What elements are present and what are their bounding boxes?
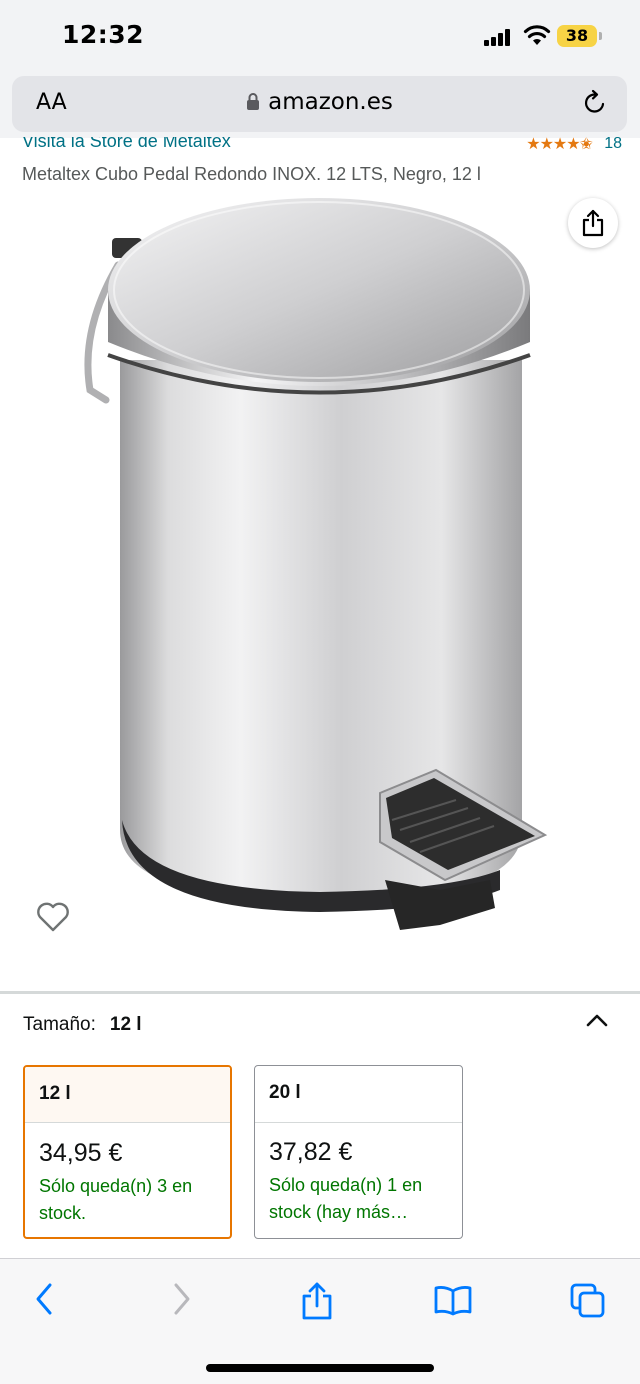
product-image-area[interactable]	[0, 190, 640, 980]
lock-icon	[247, 93, 260, 110]
section-divider	[0, 991, 640, 994]
tabs-icon[interactable]	[570, 1283, 606, 1319]
cellular-signal-icon	[484, 28, 514, 46]
forward-icon[interactable]	[170, 1279, 194, 1319]
address-bar[interactable]: AA amazon.es	[12, 76, 627, 132]
heart-icon[interactable]	[36, 902, 70, 932]
status-time: 12:32	[62, 20, 145, 49]
battery-indicator: 38	[557, 25, 602, 47]
store-rating-line: Visita la Store de Metaltex ★★★★✬ 18	[22, 137, 622, 159]
back-icon[interactable]	[32, 1279, 56, 1319]
share-image-button[interactable]	[568, 198, 618, 248]
reload-icon[interactable]	[581, 89, 609, 117]
size-option-price: 34,95 €	[39, 1139, 123, 1167]
browser-toolbar	[0, 1258, 640, 1384]
share-icon[interactable]	[301, 1281, 333, 1321]
status-bar: 12:32 38	[0, 0, 640, 72]
size-option-stock: Sólo queda(n) 1 en stock (hay más…	[269, 1175, 423, 1222]
size-option-12l[interactable]: 12 l 34,95 € Sólo queda(n) 3 en stock.	[23, 1065, 232, 1239]
size-label: Tamaño:	[23, 1014, 96, 1035]
url-domain: amazon.es	[268, 89, 393, 115]
rating-count[interactable]: 18	[604, 137, 622, 153]
size-selector-header[interactable]: Tamaño: 12 l	[23, 1014, 142, 1036]
rating-stars-icon[interactable]: ★★★★✬	[526, 137, 593, 154]
chevron-up-icon[interactable]	[585, 1012, 609, 1028]
store-link[interactable]: Visita la Store de Metaltex	[22, 137, 231, 152]
wifi-icon	[523, 25, 551, 45]
browser-address-area: AA amazon.es	[0, 72, 640, 138]
size-selected-value: 12 l	[109, 1014, 142, 1035]
share-icon	[582, 209, 604, 237]
size-option-stock: Sólo queda(n) 3 en stock.	[39, 1176, 193, 1223]
size-option-name: 12 l	[25, 1067, 230, 1123]
bookmarks-icon[interactable]	[433, 1285, 473, 1317]
product-title: Metaltex Cubo Pedal Redondo INOX. 12 LTS…	[22, 164, 481, 184]
url-display[interactable]: amazon.es	[12, 89, 627, 115]
home-indicator	[206, 1364, 434, 1372]
size-option-name: 20 l	[255, 1066, 462, 1123]
product-image	[84, 198, 548, 930]
size-option-20l[interactable]: 20 l 37,82 € Sólo queda(n) 1 en stock (h…	[254, 1065, 463, 1239]
size-option-price: 37,82 €	[269, 1138, 353, 1166]
